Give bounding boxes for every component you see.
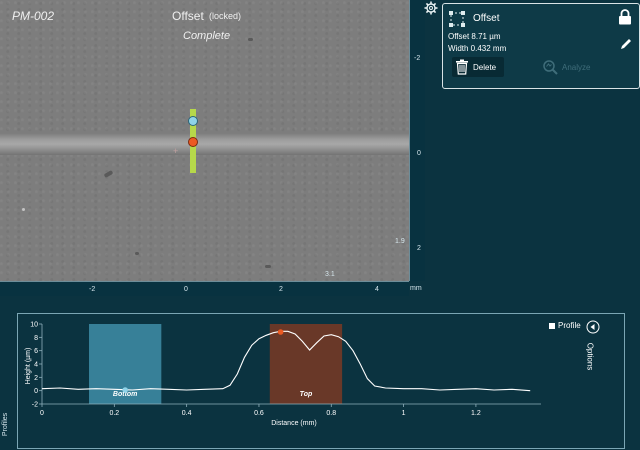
legend-swatch (549, 322, 555, 329)
x-tick-label: 1 (402, 410, 406, 417)
x-tick-label: 0.8 (326, 410, 336, 417)
y-tick-label: 4 (34, 362, 38, 369)
options-arrow-icon[interactable] (586, 320, 600, 334)
chart-legend[interactable]: Profile (549, 321, 581, 330)
x-tick-label: 0.4 (182, 410, 192, 417)
y-tick-label: 6 (34, 348, 38, 355)
x-tick-label: 0.2 (109, 410, 119, 417)
y-tick-label: 2 (34, 375, 38, 382)
profile-chart[interactable]: Bottom Top1086420-20 0.2 0.4 0.6 0.8 1 1.2 Heig… (0, 0, 640, 450)
y-axis-label: Height (µm) (25, 348, 32, 385)
x-tick-label: 0 (40, 410, 44, 417)
region-label: Top (300, 391, 313, 398)
x-axis-label: Distance (mm) (271, 420, 317, 427)
x-tick-label: 0.6 (254, 410, 264, 417)
bottom-point (122, 387, 128, 393)
top-point (277, 329, 284, 335)
y-tick-label: 8 (34, 335, 38, 342)
y-tick-label: -2 (32, 402, 38, 409)
x-tick-label: 1.2 (471, 410, 481, 417)
options-label[interactable]: Options (585, 343, 594, 371)
y-tick-label: 10 (30, 322, 38, 329)
legend-label: Profile (558, 321, 581, 330)
y-tick-label: 0 (34, 388, 38, 395)
